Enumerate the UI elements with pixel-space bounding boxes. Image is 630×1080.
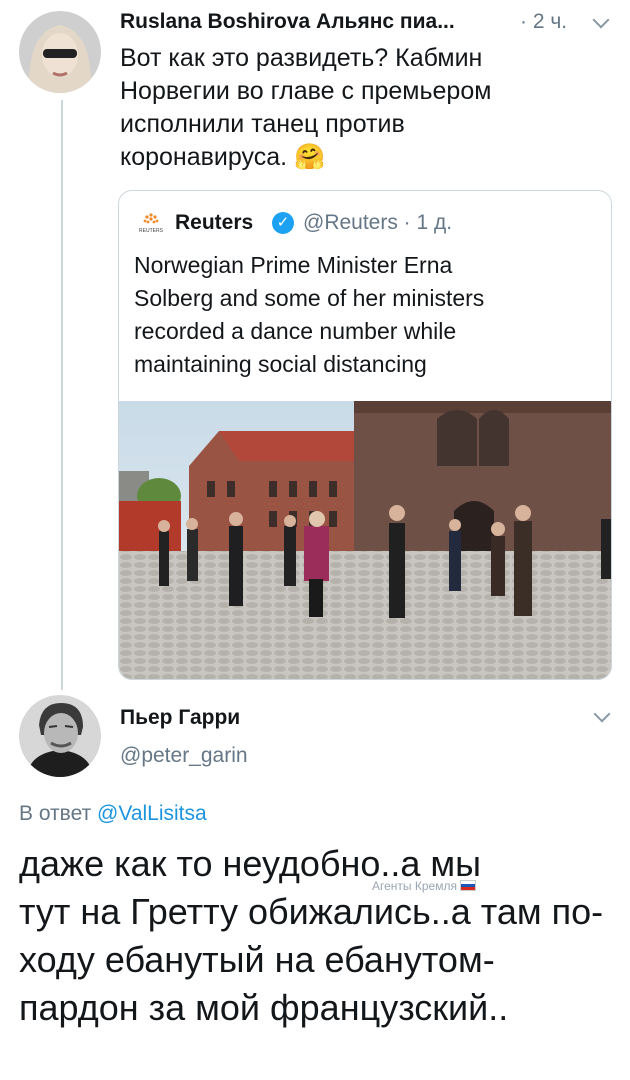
quote-media-image[interactable] [119,401,611,679]
tweet-handle[interactable]: @peter_garin [120,744,248,768]
verified-badge-icon: ✓ [272,212,294,234]
chevron-down-icon[interactable] [592,11,610,29]
quote-text: Norwegian Prime Minister Erna Solberg an… [134,252,485,377]
watermark: Агенты Кремля [372,879,477,893]
tweet-text: Вот как это развидеть? Кабмин Норвегии в… [120,44,492,171]
reply-to-link[interactable]: @ValLisitsa [97,802,207,825]
quote-handle[interactable]: @Reuters · 1 д. [303,211,452,235]
tweet-author[interactable]: Ruslana Boshirova Альянс пиа... [120,10,455,34]
tweet-time[interactable]: · 2 ч. [520,10,567,34]
reply-text: даже как то неудобно..а мы тут на Гретту… [19,843,604,1028]
russian-flag-icon [460,880,477,891]
reuters-logo-icon: REUTERS [137,209,165,237]
avatar-ruslana[interactable] [19,11,101,93]
tweet-author[interactable]: Пьер Гарри [120,706,240,730]
quoted-tweet-card[interactable]: REUTERS Reuters ✓ @Reuters · 1 д. Norweg… [118,190,612,680]
reply-context: В ответ @ValLisitsa [19,802,207,825]
avatar-pierre[interactable] [19,695,101,777]
thread-line [61,100,63,690]
chevron-down-icon[interactable] [593,705,611,723]
quote-author[interactable]: Reuters [175,211,253,235]
hugging-emoji-icon: 🤗 [294,143,326,171]
